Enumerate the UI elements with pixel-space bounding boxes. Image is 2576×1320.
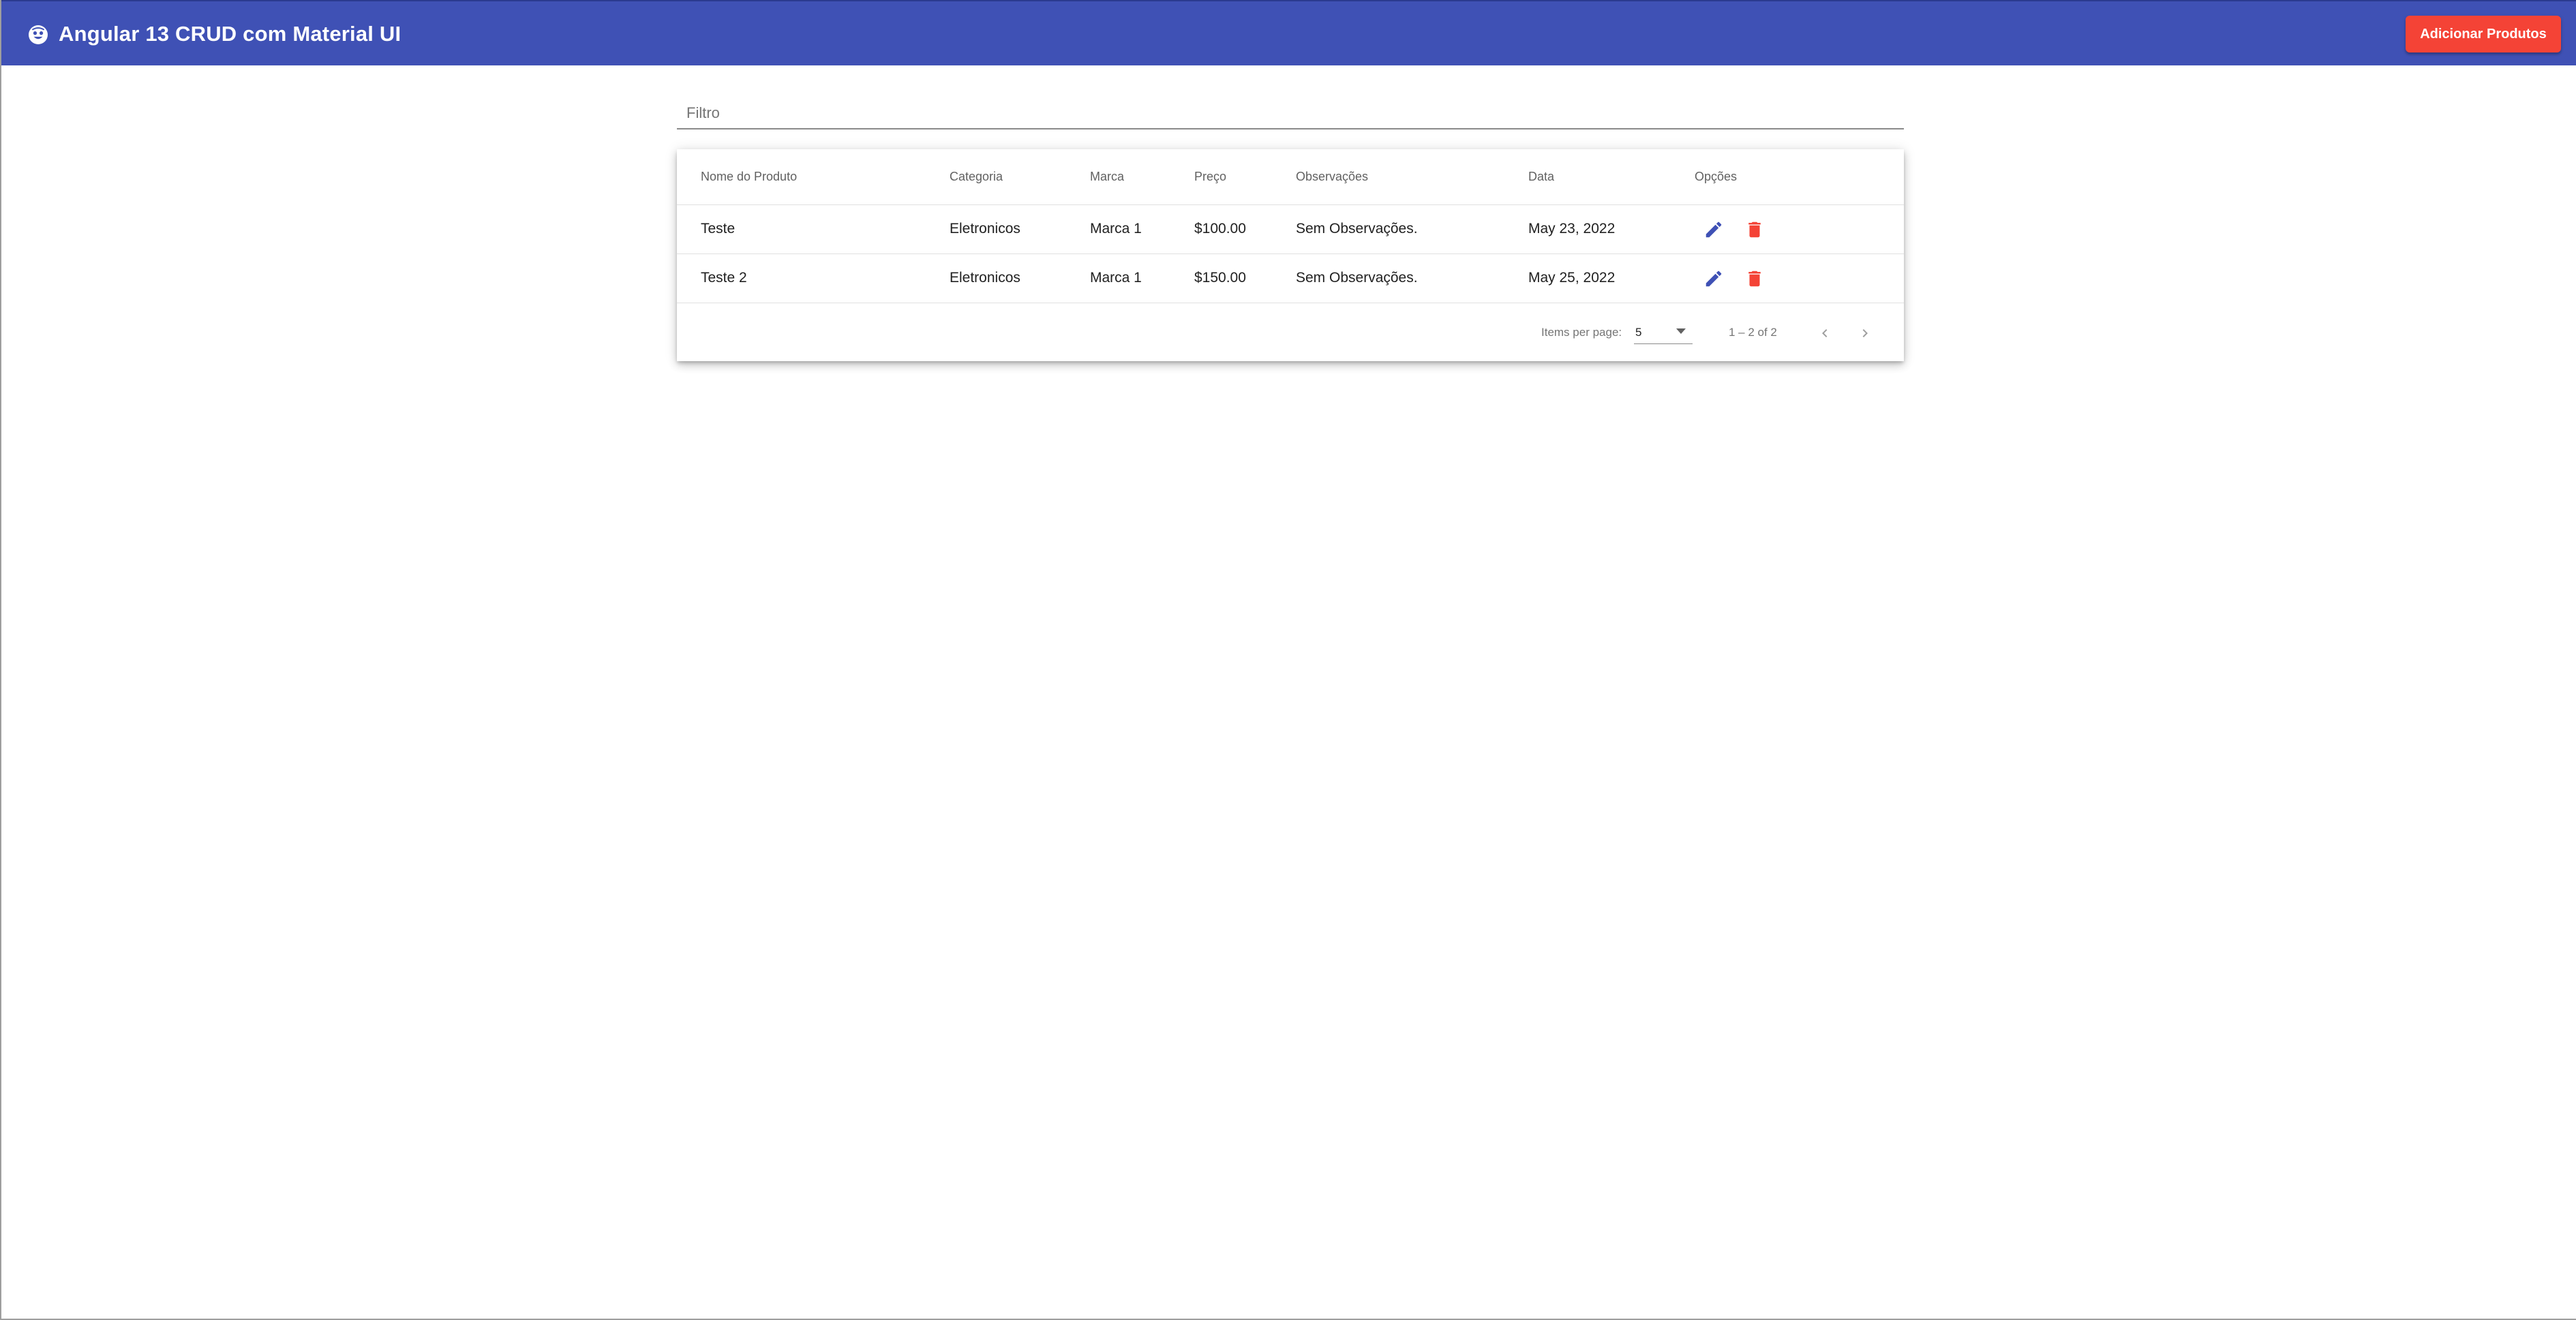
column-header-preco: Preço [1194,170,1227,183]
column-header-marca: Marca [1090,170,1125,183]
cell-categoria: Eletronicos [950,270,1020,286]
chevron-left-icon [1822,329,1828,337]
add-products-button[interactable]: Adicionar Produtos [2406,16,2561,52]
filter-field [677,95,1904,129]
paginator: Items per page: 5 1 – 2 of 2 [677,303,1904,361]
cell-data: May 25, 2022 [1528,270,1616,286]
items-per-page-label: Items per page: [1541,326,1622,339]
cell-observacoes: Sem Observações. [1296,221,1418,236]
cell-data: May 23, 2022 [1528,221,1616,236]
delete-icon [1748,271,1761,287]
edit-icon [1706,271,1722,287]
app-page: Angular 13 CRUD com Material UI Adiciona… [0,0,2576,1320]
column-header-data: Data [1528,170,1555,183]
filter-input[interactable] [686,99,1893,127]
cell-nome: Teste 2 [701,270,747,286]
face-icon [29,25,48,44]
column-header-categoria: Categoria [950,170,1003,183]
table-header-row: Nome do Produto Categoria Marca Preço Ob… [677,149,1904,205]
page-size-value: 5 [1635,326,1642,339]
table-row: Teste Eletronicos Marca 1 $100.00 Sem Ob… [677,205,1904,254]
range-label: 1 – 2 of 2 [1729,326,1777,339]
cell-nome: Teste [701,221,736,236]
toolbar: Angular 13 CRUD com Material UI Adiciona… [1,0,2576,65]
column-header-opcoes: Opções [1695,170,1738,183]
previous-page-button[interactable] [1808,317,1841,350]
page-size-select[interactable]: 5 [1634,320,1693,344]
delete-button[interactable] [1738,213,1771,246]
delete-icon [1748,221,1761,238]
cell-marca: Marca 1 [1090,221,1142,236]
column-header-observacoes: Observações [1296,170,1369,183]
cell-preco: $150.00 [1194,270,1246,286]
chevron-right-icon [1862,329,1868,337]
products-table: Nome do Produto Categoria Marca Preço Ob… [677,149,1904,361]
cell-preco: $100.00 [1194,221,1246,236]
delete-button[interactable] [1738,262,1771,295]
app-title: Angular 13 CRUD com Material UI [59,22,401,46]
cell-observacoes: Sem Observações. [1296,270,1418,286]
edit-button[interactable] [1697,262,1730,295]
next-page-button[interactable] [1849,317,1881,350]
edit-button[interactable] [1697,213,1730,246]
dropdown-arrow-icon [1676,328,1686,334]
cell-marca: Marca 1 [1090,270,1142,286]
column-header-nome: Nome do Produto [701,170,798,183]
cell-categoria: Eletronicos [950,221,1020,236]
edit-icon [1706,221,1722,238]
table-row: Teste 2 Eletronicos Marca 1 $150.00 Sem … [677,254,1904,303]
